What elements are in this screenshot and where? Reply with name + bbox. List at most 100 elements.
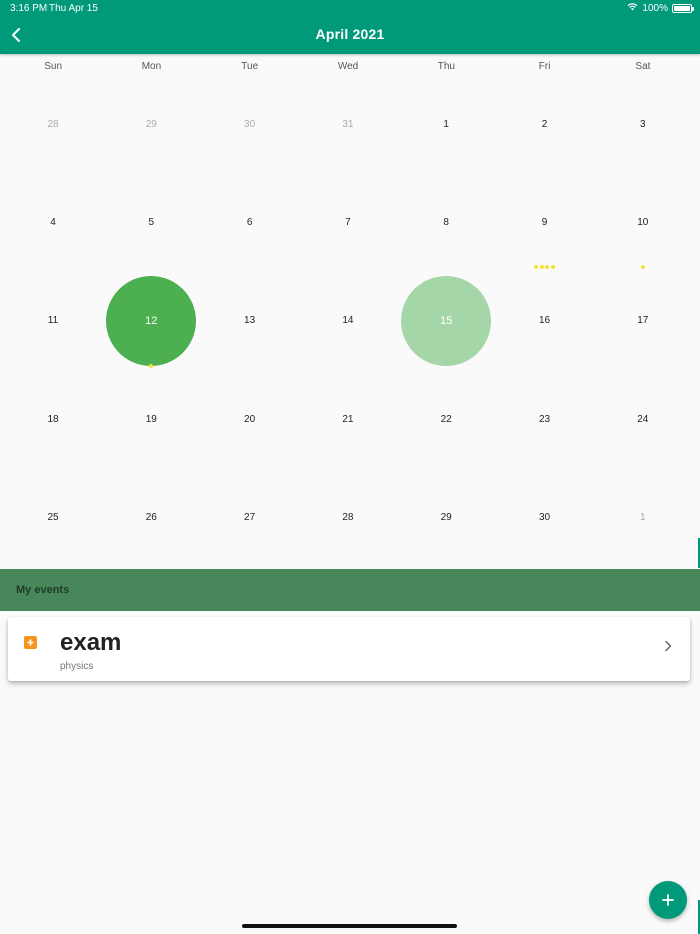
day-number: 6 [246,216,253,228]
day-cell[interactable]: 19 [102,370,200,468]
day-cell[interactable]: 20 [201,370,299,468]
day-cell[interactable]: 11 [4,272,102,370]
event-card[interactable]: exam physics [8,617,690,681]
calendar-grid: 28 29 30 31 1 2 3 4 5 6 7 8 9 10 11 12 13 14 15 16 17 18 19 20 2… [4,75,692,567]
day-cell[interactable]: 25 [4,469,102,567]
day-cell[interactable]: 17 [594,272,692,370]
day-cell[interactable]: 3 [594,75,692,173]
status-right: 100% [627,3,694,14]
day-number: 17 [637,315,649,327]
day-number: 20 [244,413,256,425]
status-bar: 3:16 PM Thu Apr 15 100% [0,0,700,16]
day-number: 29 [440,512,452,524]
battery-percent: 100% [642,3,668,14]
day-cell[interactable]: 4 [4,173,102,271]
day-cell[interactable]: 13 [201,272,299,370]
weekday-label: Wed [337,61,359,72]
battery-icon [672,4,694,13]
app-header: 3:16 PM Thu Apr 15 100% April 2021 [0,0,700,54]
day-number: 26 [145,512,157,524]
day-cell[interactable]: 29 [397,469,495,567]
day-number: 11 [47,315,59,327]
event-dot [640,265,645,270]
day-number: 27 [244,512,256,524]
day-number: 4 [50,216,56,228]
weekday-label: Tue [241,61,259,72]
day-cell[interactable]: 1 [594,469,692,567]
event-dot [534,265,539,270]
day-cell[interactable]: 23 [496,370,594,468]
event-type-icon [24,636,37,649]
event-dot [149,363,154,368]
day-number: 7 [345,216,351,228]
day-number: 8 [443,216,449,228]
events-section-title: My events [16,584,70,596]
day-cell[interactable]: 1 [397,75,495,173]
event-dot [539,265,544,270]
day-cell-selected[interactable]: 12 [102,272,200,370]
day-number: 30 [538,512,551,524]
day-number: 29 [145,118,157,130]
weekday-row: Sun Mon Tue Wed Thu Fri Sat [0,61,700,75]
day-cell[interactable]: 30 [201,75,299,173]
day-cell[interactable]: 14 [299,272,397,370]
day-cell[interactable]: 5 [102,173,200,271]
plus-icon [27,639,34,646]
day-number: 3 [640,118,646,130]
event-subtitle: physics [60,661,94,672]
event-indicator-dots [496,265,594,270]
day-cell[interactable]: 21 [299,370,397,468]
day-number: 28 [47,118,59,130]
day-cell[interactable]: 28 [299,469,397,567]
day-number: 18 [47,413,59,425]
day-cell[interactable]: 2 [496,75,594,173]
event-indicator-dots [102,363,200,368]
weekday-label: Sun [44,61,63,72]
day-number: 23 [538,413,551,425]
day-cell[interactable]: 6 [201,173,299,271]
day-cell[interactable]: 9 [496,173,594,271]
day-cell[interactable]: 7 [299,173,397,271]
day-number: 15 [440,314,453,327]
day-cell[interactable]: 8 [397,173,495,271]
day-cell[interactable]: 22 [397,370,495,468]
day-number: 21 [342,413,354,425]
weekday-label: Sat [635,61,651,72]
day-number: 19 [145,413,157,425]
page-title: April 2021 [315,26,385,42]
plus-icon [662,894,674,906]
day-number: 1 [640,512,646,524]
day-number: 2 [541,118,548,130]
day-number: 30 [244,118,256,130]
day-cell[interactable]: 28 [4,75,102,173]
day-number: 1 [443,118,449,130]
day-cell[interactable]: 16 [496,272,594,370]
day-cell[interactable]: 31 [299,75,397,173]
day-number: 16 [538,315,551,327]
weekday-label: Mon [141,61,162,72]
event-title: exam [60,629,122,656]
day-number: 31 [342,118,354,130]
events-section-header: My events [0,569,700,611]
status-time: 3:16 PM [10,3,48,14]
day-cell-today[interactable]: 15 [397,272,495,370]
day-cell[interactable]: 30 [496,469,594,567]
day-cell[interactable]: 29 [102,75,200,173]
day-cell[interactable]: 26 [102,469,200,567]
day-number: 5 [148,216,155,228]
event-dot [545,265,550,270]
day-cell[interactable]: 18 [4,370,102,468]
home-indicator [242,924,457,928]
add-event-button[interactable] [649,881,687,919]
day-number: 13 [244,315,256,327]
event-indicator-dots [594,265,692,270]
day-cell[interactable]: 10 [594,173,692,271]
event-dot [550,265,555,270]
day-number: 22 [440,413,452,425]
day-cell[interactable]: 24 [594,370,692,468]
day-number: 9 [541,216,548,228]
day-cell[interactable]: 27 [201,469,299,567]
day-number: 25 [47,512,59,524]
day-number: 10 [637,216,649,228]
day-number: 12 [145,314,158,327]
